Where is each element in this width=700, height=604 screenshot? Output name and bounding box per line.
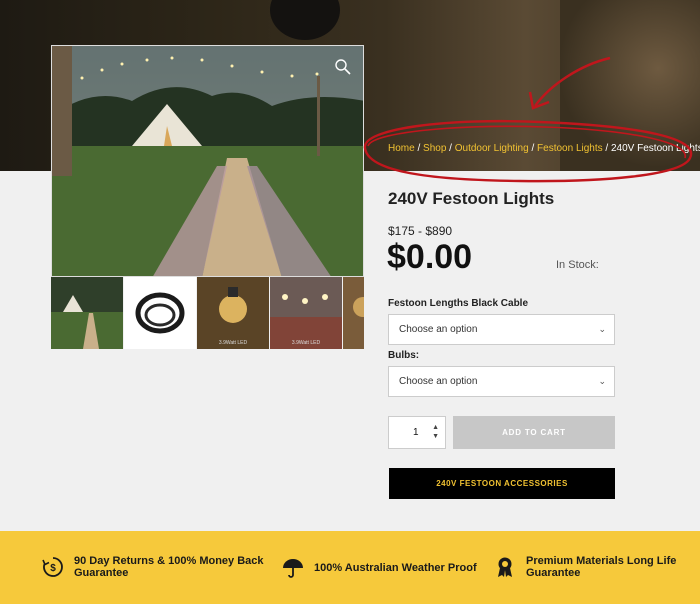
feature-money-back-text: 90 Day Returns & 100% Money Back Guarant…: [74, 555, 264, 579]
feature-weather-proof-text: 100% Australian Weather Proof: [314, 562, 477, 574]
breadcrumb-home[interactable]: Home: [388, 143, 415, 154]
breadcrumb-separator: /: [417, 143, 421, 154]
breadcrumb-separator: /: [531, 143, 535, 154]
lengths-select-value: Choose an option: [399, 324, 478, 335]
award-ribbon-icon: [498, 557, 512, 577]
stepper-arrows-icon[interactable]: ▲ ▼: [432, 423, 439, 441]
features-footer: $ 90 Day Returns & 100% Money Back Guara…: [0, 531, 700, 604]
festoon-accessories-button[interactable]: 240V FESTOON ACCESSORIES: [389, 468, 615, 499]
stock-status: In Stock:: [556, 259, 599, 271]
thumbnail-led-bulb[interactable]: 3.9Watt LED: [197, 277, 269, 349]
feature-weather-proof: 100% Australian Weather Proof: [282, 557, 482, 579]
breadcrumb-shop[interactable]: Shop: [423, 143, 446, 154]
add-to-cart-button[interactable]: ADD TO CART: [453, 416, 615, 449]
thumbnail-strip: 3.9Watt LED 3.9Watt LED: [51, 277, 364, 349]
breadcrumb-separator: /: [449, 143, 452, 154]
thumbnail-extra[interactable]: [343, 277, 364, 349]
quantity-value: 1: [413, 427, 419, 438]
chevron-down-icon: ⌄: [598, 324, 606, 334]
product-title: 240V Festoon Lights: [388, 189, 555, 208]
breadcrumb-festoon-lights[interactable]: Festoon Lights: [537, 143, 603, 154]
product-price: $0.00: [387, 238, 473, 276]
feature-money-back: $ 90 Day Returns & 100% Money Back Guara…: [42, 555, 272, 579]
thumbnail-caption: 3.9Watt LED: [219, 340, 248, 346]
feature-premium-materials-text: Premium Materials Long Life Guarantee: [526, 555, 677, 579]
svg-text:$: $: [50, 563, 56, 574]
bulbs-select-value: Choose an option: [399, 376, 478, 387]
chevron-down-icon: ⌄: [598, 376, 606, 386]
breadcrumb: Home / Shop / Outdoor Lighting / Festoon…: [388, 143, 700, 154]
zoom-icon[interactable]: [334, 58, 352, 76]
money-back-icon: $: [42, 557, 63, 577]
feature-premium-materials: Premium Materials Long Life Guarantee: [494, 555, 684, 579]
lengths-label: Festoon Lengths Black Cable: [388, 298, 529, 309]
bulbs-label: Bulbs:: [388, 350, 420, 361]
umbrella-icon: [283, 559, 303, 578]
hero-dark-shape: [270, 0, 340, 40]
thumbnail-glamping[interactable]: [51, 277, 123, 349]
thumbnail-festoon-glow[interactable]: 3.9Watt LED: [270, 277, 342, 349]
breadcrumb-outdoor-lighting[interactable]: Outdoor Lighting: [455, 143, 529, 154]
quantity-stepper[interactable]: 1 ▲ ▼: [388, 416, 446, 449]
product-main-image[interactable]: [51, 45, 364, 277]
lengths-select[interactable]: Choose an option ⌄: [388, 314, 615, 345]
glamping-photo: [52, 46, 363, 276]
breadcrumb-separator: /: [605, 143, 609, 154]
breadcrumb-current: 240V Festoon Lights: [610, 143, 700, 154]
thumbnail-caption: 3.9Watt LED: [292, 340, 321, 346]
price-range: $175 - $890: [388, 224, 453, 238]
thumbnail-black-cable[interactable]: [124, 277, 196, 349]
bulbs-select[interactable]: Choose an option ⌄: [388, 366, 615, 397]
